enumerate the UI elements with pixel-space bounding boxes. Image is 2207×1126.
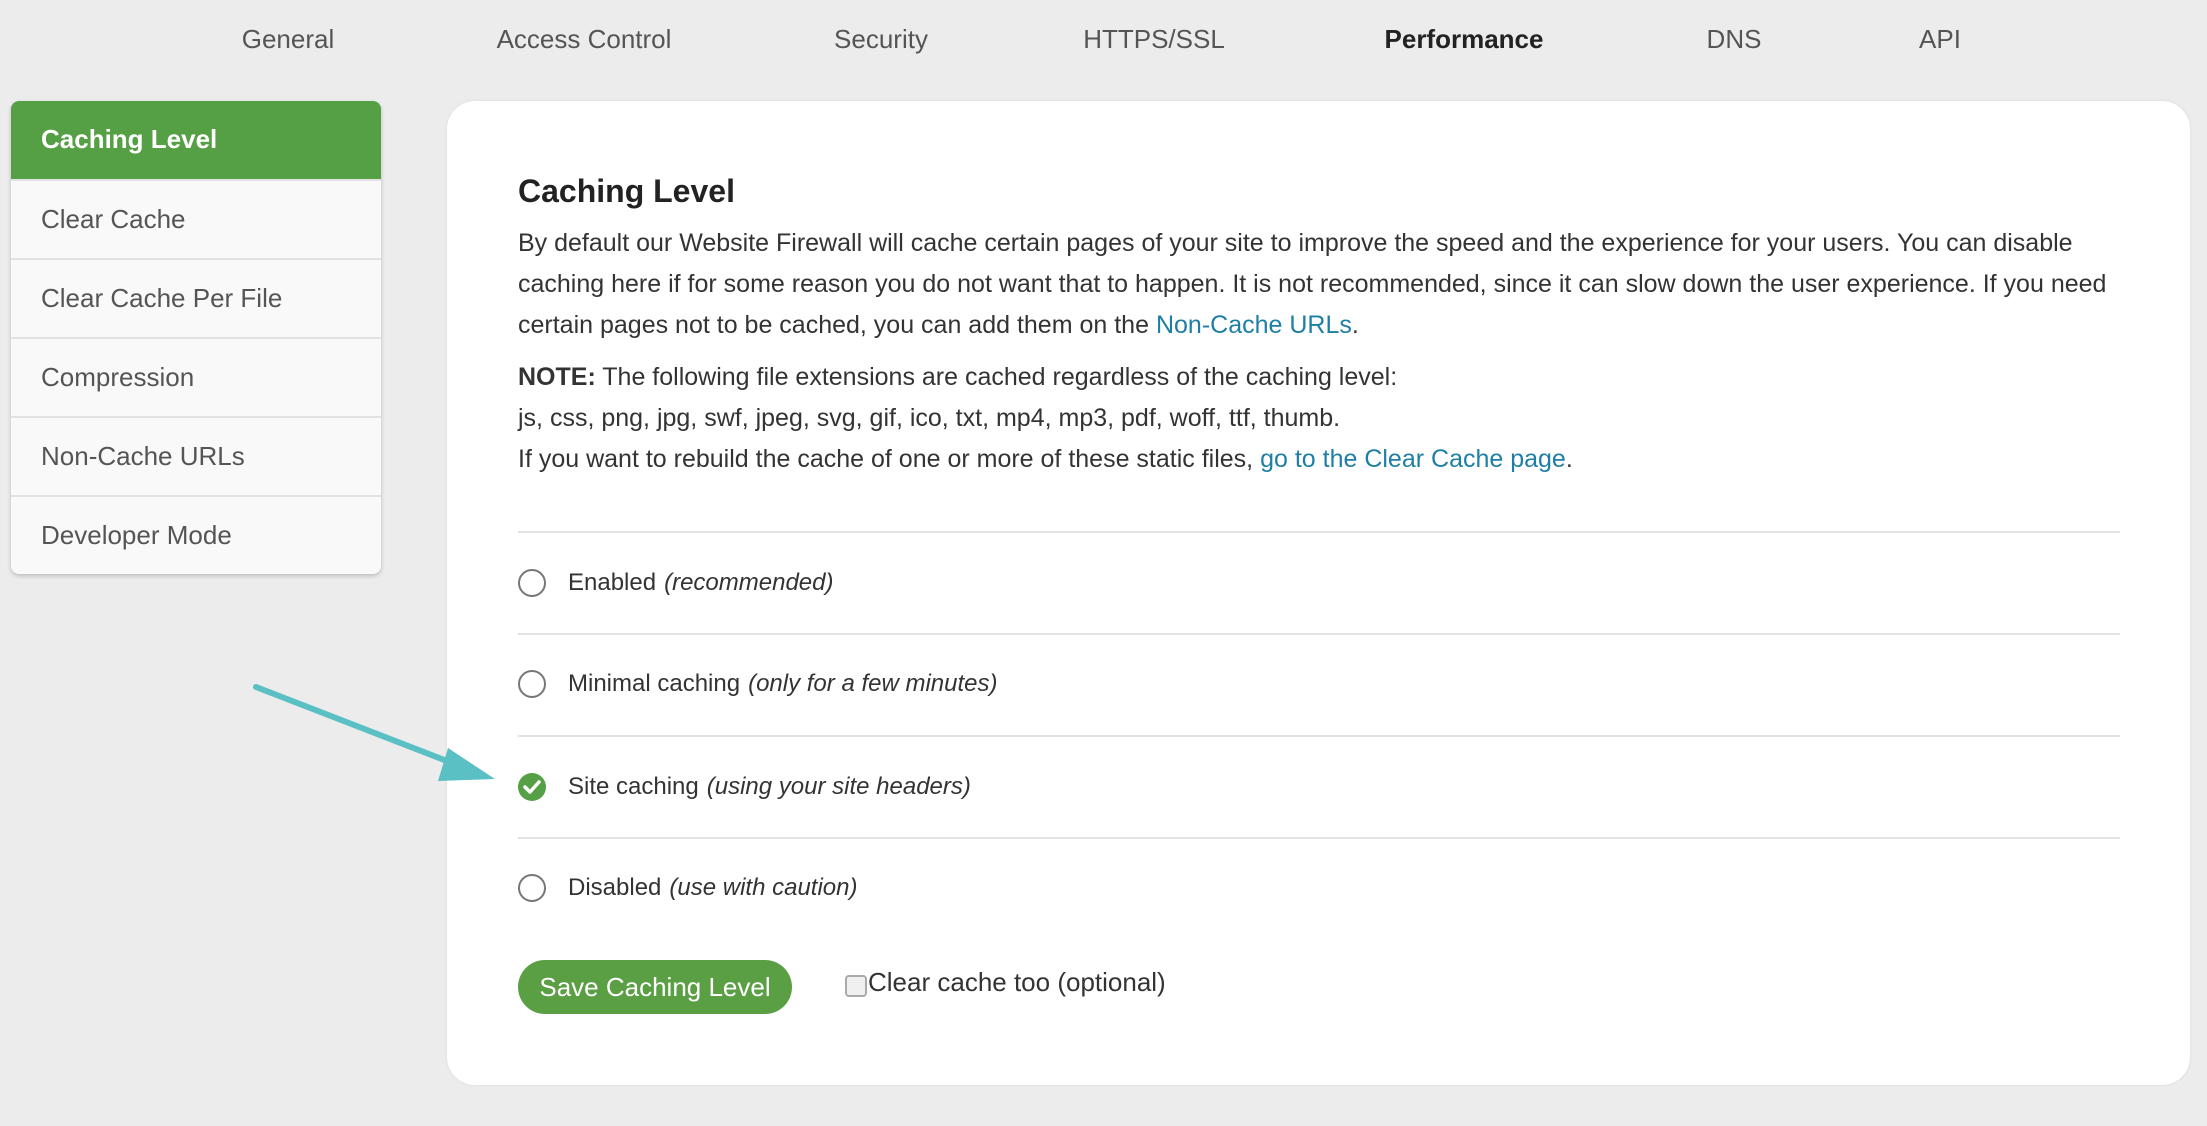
sidebar: Caching Level Clear Cache Clear Cache Pe…	[11, 101, 381, 574]
tab-access-control[interactable]: Access Control	[497, 24, 672, 55]
save-caching-level-button[interactable]: Save Caching Level	[518, 960, 792, 1014]
page-title: Caching Level	[518, 173, 735, 209]
option-disabled[interactable]: Disabled (use with caution)	[518, 868, 857, 908]
radio-unchecked-icon[interactable]	[518, 670, 546, 698]
rebuild-line: If you want to rebuild the cache of one …	[518, 445, 1573, 473]
clear-cache-checkbox[interactable]	[845, 975, 867, 997]
clear-cache-checkbox-label[interactable]: Clear cache too (optional)	[868, 967, 1166, 998]
rebuild-text: If you want to rebuild the cache of one …	[518, 445, 1261, 473]
option-site-caching[interactable]: Site caching (using your site headers)	[518, 767, 971, 807]
sidebar-item-caching-level[interactable]: Caching Level	[11, 101, 381, 179]
option-hint: (only for a few minutes)	[748, 670, 998, 697]
tab-general[interactable]: General	[242, 24, 335, 55]
option-minimal-caching[interactable]: Minimal caching (only for a few minutes)	[518, 664, 998, 704]
sidebar-item-non-cache-urls[interactable]: Non-Cache URLs	[11, 416, 381, 495]
sidebar-item-clear-cache[interactable]: Clear Cache	[11, 179, 381, 258]
note-text: The following file extensions are cached…	[595, 363, 1398, 391]
sidebar-item-compression[interactable]: Compression	[11, 337, 381, 416]
description: By default our Website Firewall will cac…	[518, 229, 2107, 339]
divider	[518, 633, 2120, 635]
option-label: Enabled	[568, 569, 657, 596]
tab-https-ssl[interactable]: HTTPS/SSL	[1083, 24, 1225, 55]
option-hint: (use with caution)	[669, 874, 858, 901]
radio-checked-icon[interactable]	[518, 773, 546, 801]
option-label: Minimal caching	[568, 670, 741, 697]
option-label: Site caching	[568, 773, 699, 800]
divider	[518, 531, 2120, 533]
sidebar-item-developer-mode[interactable]: Developer Mode	[11, 495, 381, 574]
tab-dns[interactable]: DNS	[1707, 24, 1762, 55]
radio-unchecked-icon[interactable]	[518, 569, 546, 597]
caching-level-panel: Caching Level By default our Website Fir…	[447, 101, 2190, 1085]
option-hint: (using your site headers)	[706, 773, 971, 800]
note-label: NOTE:	[518, 363, 596, 391]
tab-api[interactable]: API	[1919, 24, 1961, 55]
divider	[518, 837, 2120, 839]
non-cache-urls-link[interactable]: Non-Cache URLs	[1156, 311, 1352, 339]
note-line: NOTE: The following file extensions are …	[518, 357, 2120, 398]
tab-security[interactable]: Security	[834, 24, 928, 55]
option-hint: (recommended)	[664, 569, 834, 596]
option-label: Disabled	[568, 874, 662, 901]
note: NOTE: The following file extensions are …	[518, 357, 2120, 480]
option-enabled[interactable]: Enabled (recommended)	[518, 563, 833, 603]
extensions-list: js, css, png, jpg, swf, jpeg, svg, gif, …	[518, 404, 1341, 432]
divider	[518, 735, 2120, 737]
sidebar-item-clear-cache-per-file[interactable]: Clear Cache Per File	[11, 258, 381, 337]
tab-performance[interactable]: Performance	[1385, 24, 1544, 55]
clear-cache-page-link[interactable]: go to the Clear Cache page	[1260, 445, 1566, 473]
radio-unchecked-icon[interactable]	[518, 874, 546, 902]
checkmark-icon	[523, 780, 541, 794]
